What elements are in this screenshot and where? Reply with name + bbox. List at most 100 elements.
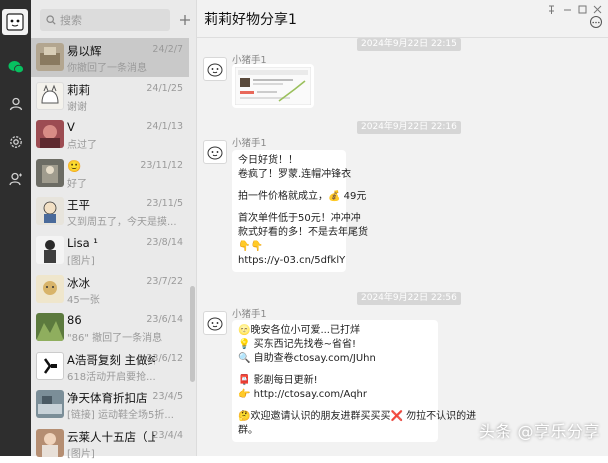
search-box[interactable] <box>40 9 170 31</box>
chat-date: 23/7/22 <box>146 275 183 287</box>
sender-avatar[interactable] <box>203 140 227 164</box>
wechat-window: 易以辉 你撤回了一条消息 24/2/7 莉莉 谢谢 24/1/25 V 点过了 … <box>0 0 608 460</box>
chat-list-item[interactable]: Lisa ¹ [图片] 23/8/14 <box>31 231 189 270</box>
text-message[interactable]: 🌝晚安各位小可爱...已打烊 💡 买东西记先找卷~省省! 🔍 自助查卷ctosa… <box>232 320 477 442</box>
message-line: 💡 买东西记先找卷~省省! <box>238 339 357 350</box>
chat-list-item[interactable]: A浩哥复刻 主做纯原... 618活动开启要抢... 23/6/12 <box>31 347 189 386</box>
add-contact-nav-icon[interactable] <box>0 168 31 190</box>
chat-date: 24/1/13 <box>146 121 183 133</box>
chat-name: 净天体育折扣店 <box>67 391 148 406</box>
chat-items: 易以辉 你撤回了一条消息 24/2/7 莉莉 谢谢 24/1/25 V 点过了 … <box>31 38 189 463</box>
chat-name: Lisa ¹ <box>67 235 98 250</box>
chat-avatar <box>36 81 64 110</box>
message-line <box>238 182 340 190</box>
chat-name: 86 <box>67 313 82 328</box>
shared-link-thumbnail <box>234 66 312 106</box>
chat-date: 24/2/7 <box>152 44 183 55</box>
chat-preview: 好了 <box>67 178 87 190</box>
message-line: 🤔欢迎邀请认识的朋友进群买买买❌ 勿拉不认识的进 <box>238 411 477 422</box>
sender-name: 小猪手1 <box>232 309 267 320</box>
settings-gear-icon[interactable] <box>0 131 31 153</box>
chat-list-item[interactable]: 净天体育折扣店 [链接] 运动鞋全场5折... 23/4/5 <box>31 385 189 424</box>
chats-nav-icon[interactable] <box>0 56 31 78</box>
sender-avatar[interactable] <box>203 311 227 335</box>
message-line: 🌝晚安各位小可爱...已打烊 <box>238 325 360 336</box>
message-timestamp: 2024年9月22日 22:16 <box>357 121 461 134</box>
message-link[interactable]: 👉 http://ctosay.com/Aqhr <box>238 388 432 402</box>
message-line: 群。 <box>238 425 258 436</box>
chat-name: 王平 <box>67 198 90 213</box>
message-line: 款式好看的多！不是去年尾货 <box>238 227 368 238</box>
chat-name: 易以辉 <box>67 44 102 58</box>
chat-name: A浩哥复刻 主做纯原... <box>67 352 155 367</box>
chat-avatar <box>36 428 64 457</box>
chat-name: V <box>67 120 75 135</box>
chat-date: 23/11/5 <box>146 198 183 210</box>
message-line <box>238 366 432 374</box>
chat-date: 23/4/5 <box>152 391 183 403</box>
message-line: 首次单件低于50元！冲冲冲 <box>238 213 361 224</box>
watermark: 头条 @享乐分享 <box>478 422 600 441</box>
message-line <box>238 204 340 212</box>
chat-name: 云莱人十五店（上班... <box>67 429 155 444</box>
more-options-icon[interactable] <box>590 16 602 28</box>
message-line: 卷疯了！罗蒙.连帽冲锋衣 <box>238 169 352 180</box>
chat-avatar <box>36 158 64 187</box>
chat-title: 莉莉好物分享1 <box>204 12 297 28</box>
chat-date: 23/6/12 <box>146 352 183 364</box>
maximize-icon[interactable] <box>578 4 587 17</box>
minimize-icon[interactable] <box>563 4 572 17</box>
chat-avatar <box>36 313 64 342</box>
chat-avatar <box>36 197 64 226</box>
message-line: 📮 影剧每日更新! <box>238 375 318 386</box>
chat-preview: [图片] <box>67 448 95 460</box>
image-message[interactable] <box>232 64 314 108</box>
chat-date: 23/4/4 <box>152 429 183 441</box>
search-icon <box>46 15 56 25</box>
chat-list-item[interactable]: 冰冰 45一张 23/7/22 <box>31 270 189 309</box>
chat-list-item[interactable]: V 点过了 24/1/13 <box>31 115 189 154</box>
contacts-nav-icon[interactable] <box>0 93 31 115</box>
chat-date: 23/8/14 <box>146 236 183 248</box>
chat-panel: 莉莉好物分享1 2024年9月22日 22:15 小猪手1 2024年9月22日… <box>197 0 608 456</box>
chat-preview: "86" 撤回了一条消息 <box>67 333 163 345</box>
chat-list-scrollbar[interactable] <box>190 286 195 382</box>
chat-list-item[interactable]: 王平 又到周五了，今天是摸... 23/11/5 <box>31 192 189 231</box>
message-line <box>238 402 432 410</box>
chat-preview: [链接] 运动鞋全场5折... <box>67 410 174 422</box>
chat-list-item[interactable]: 莉莉 谢谢 24/1/25 <box>31 77 189 116</box>
chat-preview: 你撤回了一条消息 <box>67 63 147 74</box>
chat-preview: 618活动开启要抢... <box>67 371 156 383</box>
message-line: 今日好货！！ <box>238 155 298 166</box>
chat-list-item[interactable]: 云莱人十五店（上班... [图片] 23/4/4 <box>31 424 189 463</box>
search-input[interactable] <box>60 13 164 27</box>
chat-preview: 谢谢 <box>67 101 87 113</box>
message-line: 🔍 自助查卷ctosay.com/JUhn <box>238 353 376 364</box>
chat-list-item[interactable]: 86 "86" 撤回了一条消息 23/6/14 <box>31 308 189 347</box>
chat-avatar <box>36 43 64 71</box>
chat-header: 莉莉好物分享1 <box>197 0 608 38</box>
message-timestamp: 2024年9月22日 22:56 <box>357 292 461 305</box>
chat-avatar <box>36 390 64 419</box>
chat-date: 23/6/14 <box>146 314 183 326</box>
chat-list-item[interactable]: 易以辉 你撤回了一条消息 24/2/7 <box>31 38 189 77</box>
sender-avatar[interactable] <box>203 57 227 81</box>
chat-preview: 45一张 <box>67 294 100 306</box>
pin-icon[interactable] <box>547 4 556 17</box>
sender-name: 小猪手1 <box>232 138 267 149</box>
chat-avatar <box>36 274 64 303</box>
message-timestamp: 2024年9月22日 22:15 <box>357 38 461 51</box>
chat-preview: 点过了 <box>67 140 97 152</box>
chat-list-panel: 易以辉 你撤回了一条消息 24/2/7 莉莉 谢谢 24/1/25 V 点过了 … <box>31 0 197 460</box>
my-avatar[interactable] <box>2 9 28 35</box>
chat-list-item[interactable]: 🙂 好了 23/11/12 <box>31 154 189 193</box>
message-line: 拍一件价格就成立，💰 49元 <box>238 191 367 202</box>
message-link[interactable]: https://y-03.cn/5dfklY <box>238 254 345 268</box>
chat-avatar <box>36 235 64 264</box>
chat-date: 23/11/12 <box>140 159 183 171</box>
chat-avatar <box>36 351 64 380</box>
text-message[interactable]: 今日好货！！ 卷疯了！罗蒙.连帽冲锋衣 拍一件价格就成立，💰 49元 首次单件低… <box>232 150 368 272</box>
add-chat-button[interactable] <box>177 11 193 29</box>
chat-preview: 又到周五了，今天是摸... <box>67 217 177 229</box>
chat-name: 莉莉 <box>67 82 90 97</box>
